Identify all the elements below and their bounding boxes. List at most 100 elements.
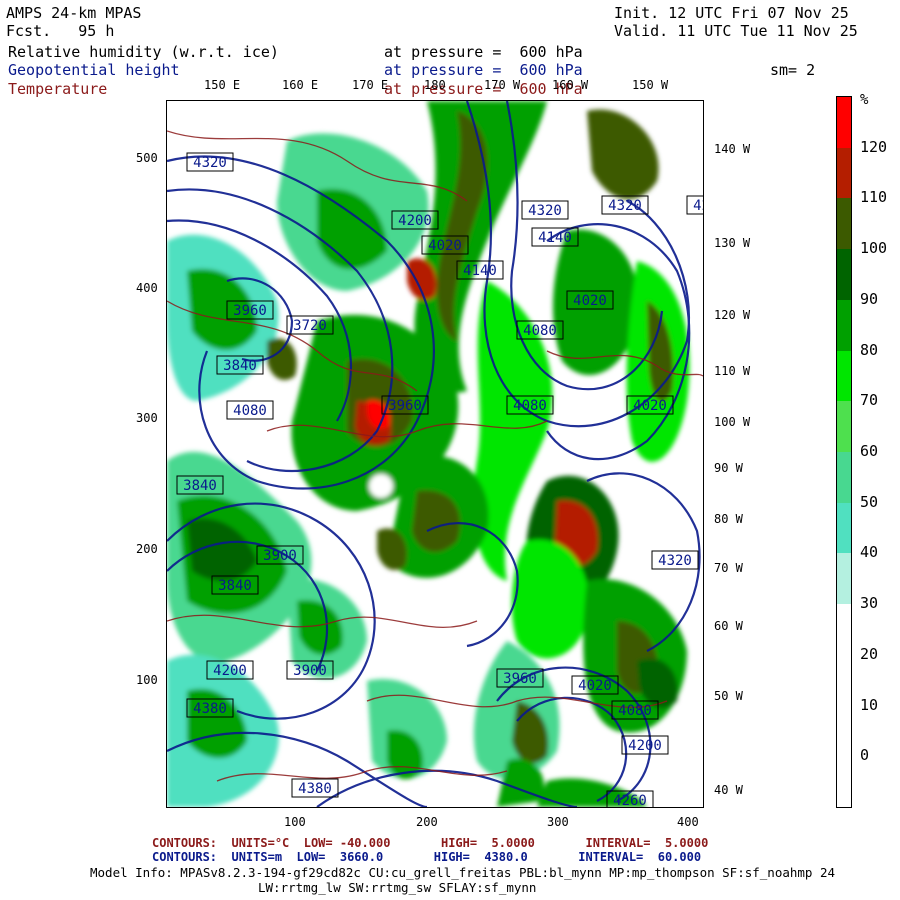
colorbar-unit: %: [860, 92, 869, 108]
lon-label-right: 130 W: [714, 236, 751, 250]
colorbar-segment: [837, 756, 851, 807]
colorbar-segment: [837, 198, 851, 250]
svg-text:4020: 4020: [633, 398, 667, 414]
height-label: 4080: [226, 400, 274, 420]
svg-text:4200: 4200: [628, 738, 662, 754]
height-label: 4320: [521, 200, 569, 220]
svg-text:4080: 4080: [618, 703, 652, 719]
colorbar-segment: [837, 147, 851, 199]
height-label: 4020: [421, 235, 469, 255]
height-label: 4200: [391, 210, 439, 230]
svg-text:4320: 4320: [528, 203, 562, 219]
svg-text:4020: 4020: [578, 678, 612, 694]
lon-label-right: 100 W: [714, 415, 751, 429]
svg-text:4200: 4200: [693, 198, 703, 214]
colorbar-tick: 50: [860, 492, 879, 511]
colorbar-tick: 120: [860, 137, 888, 156]
svg-text:3840: 3840: [183, 478, 217, 494]
height-label: 3840: [176, 475, 224, 495]
svg-text:4260: 4260: [613, 793, 647, 807]
y-grid-tick: 300: [136, 411, 158, 425]
lon-label-top: 160 W: [552, 78, 589, 92]
colorbar-segment: [837, 604, 851, 655]
colorbar-tick: 30: [860, 594, 879, 613]
colorbar-tick: 70: [860, 391, 879, 410]
colorbar-tick: 20: [860, 644, 879, 663]
height-label: 3720: [286, 315, 334, 335]
height-label: 4020: [566, 290, 614, 310]
x-grid-tick: 100: [284, 815, 306, 829]
model-title: AMPS 24-km MPAS: [6, 4, 142, 22]
colorbar-segment: [837, 553, 851, 605]
height-label: 3960: [381, 395, 429, 415]
svg-text:4320: 4320: [658, 553, 692, 569]
svg-text:4140: 4140: [538, 230, 572, 246]
height-label: 4380: [186, 698, 234, 718]
svg-text:4140: 4140: [463, 263, 497, 279]
model-info-line2: LW:rrtmg_lw SW:rrtmg_sw SFLAY:sf_mynn: [258, 880, 537, 895]
svg-text:3960: 3960: [388, 398, 422, 414]
height-label: 4200: [686, 195, 703, 215]
x-grid-tick: 200: [416, 815, 438, 829]
colorbar-tick: 40: [860, 543, 879, 562]
weather-map: 4320 4200 4320 4320 4140 4080 4200 4020 3960 3720…: [167, 101, 703, 807]
height-label: 4200: [621, 735, 669, 755]
height-label: 4080: [506, 395, 554, 415]
y-grid-tick: 400: [136, 281, 158, 295]
lon-label-top: 160 E: [282, 78, 319, 92]
height-label: 4080: [516, 320, 564, 340]
svg-text:4320: 4320: [608, 198, 642, 214]
svg-text:4080: 4080: [233, 403, 267, 419]
field-height-name: Geopotential height: [8, 61, 180, 79]
svg-text:4020: 4020: [573, 293, 607, 309]
height-label: 3960: [226, 300, 274, 320]
lon-label-top: 170 W: [484, 78, 521, 92]
model-info-line1: Model Info: MPASv8.2.3-194-gf29cd82c CU:…: [90, 865, 836, 880]
height-label: 3840: [211, 575, 259, 595]
lon-label-right: 120 W: [714, 308, 751, 322]
lon-label-right: 140 W: [714, 142, 751, 156]
lon-label-top: 150 E: [204, 78, 241, 92]
rh-colorbar: [836, 96, 852, 808]
svg-text:3840: 3840: [218, 578, 252, 594]
y-grid-tick: 100: [136, 673, 158, 687]
colorbar-tick: 10: [860, 695, 879, 714]
svg-text:4200: 4200: [398, 213, 432, 229]
colorbar-tick: 100: [860, 239, 888, 258]
lon-label-right: 60 W: [714, 619, 743, 633]
init-time: Init. 12 UTC Fri 07 Nov 25: [614, 4, 849, 22]
height-contour-info: CONTOURS: UNITS=m LOW= 3660.0 HIGH= 4380…: [152, 850, 702, 864]
colorbar-segment: [837, 97, 851, 148]
lon-label-top: 180: [424, 78, 446, 92]
svg-text:3900: 3900: [293, 663, 327, 679]
height-label: 3840: [216, 355, 264, 375]
svg-text:3960: 3960: [503, 671, 537, 687]
forecast-hour: Fcst. 95 h: [6, 22, 115, 40]
svg-text:3720: 3720: [293, 318, 327, 334]
lon-label-right: 50 W: [714, 689, 743, 703]
colorbar-segment: [837, 452, 851, 503]
lon-label-right: 90 W: [714, 461, 743, 475]
colorbar-segment: [837, 350, 851, 402]
lon-label-right: 80 W: [714, 512, 743, 526]
lon-label-right: 110 W: [714, 364, 751, 378]
temp-contour-info: CONTOURS: UNITS=°C LOW= -40.000 HIGH= 5.…: [152, 836, 709, 850]
height-label: 3960: [496, 668, 544, 688]
field-temp-name: Temperature: [8, 80, 108, 98]
height-label: 4020: [571, 675, 619, 695]
height-label: 3900: [286, 660, 334, 680]
height-label: 4380: [291, 778, 339, 798]
height-label: 4020: [626, 395, 674, 415]
x-grid-tick: 400: [677, 815, 699, 829]
height-label: 4080: [611, 700, 659, 720]
y-grid-tick: 200: [136, 542, 158, 556]
svg-text:3900: 3900: [263, 548, 297, 564]
svg-text:3840: 3840: [223, 358, 257, 374]
height-label: 4140: [456, 260, 504, 280]
height-label: 4320: [651, 550, 699, 570]
lon-label-top: 170 E: [352, 78, 389, 92]
svg-text:4080: 4080: [523, 323, 557, 339]
colorbar-tick: 90: [860, 289, 879, 308]
lon-label-top: 150 W: [632, 78, 669, 92]
map-panel[interactable]: 4320 4200 4320 4320 4140 4080 4200 4020 3960 3720…: [166, 100, 704, 808]
